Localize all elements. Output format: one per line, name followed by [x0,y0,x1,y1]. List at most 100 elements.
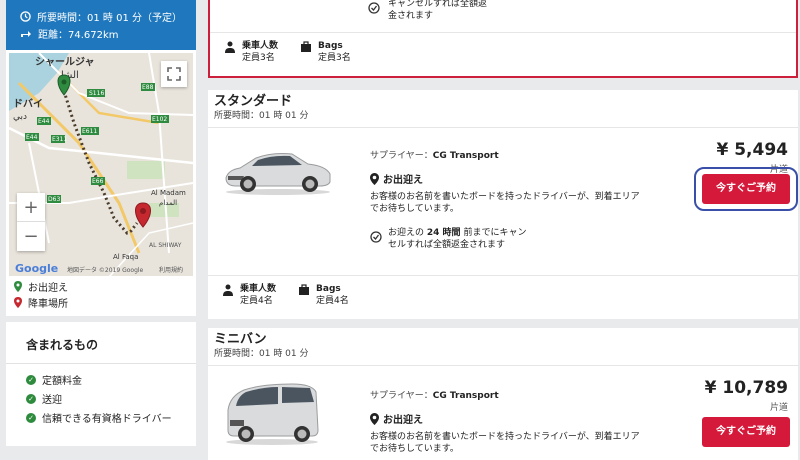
pickup-marker-icon [57,74,71,96]
map-label-al-madam-ar: المدام [159,199,177,207]
supplier-label: サプライヤー： [370,151,433,161]
check-icon: ✓ [26,393,36,404]
price-unit: 片道 [769,403,788,413]
zoom-out-button[interactable]: − [17,222,45,251]
legend-pickup-label: お出迎え [28,282,68,294]
passenger-capacity: 乗車人数定員4名 [222,283,276,307]
road-label: E88 [142,84,154,91]
route-arrow-icon [21,30,31,37]
book-now-button[interactable]: 今すぐご予約 [702,417,790,447]
trip-distance: 距離：74.672km [38,30,119,41]
includes-title: 含まれるもの [6,322,196,364]
vehicle-title: スタンダード [214,94,293,109]
road-label: E66 [92,178,104,185]
check-icon: ✓ [26,374,36,385]
bags-capacity: Bags 定員3名 [300,40,351,64]
legend-pickup: お出迎え [14,278,188,294]
road-label: E44 [26,134,38,141]
route-map[interactable]: S116 E88 E102 E611 E44 E44 E311 E66 D63 … [9,53,193,277]
red-pin-icon [14,296,22,308]
legend-dropoff: 降車場所 [14,294,188,310]
bags-value: 定員3名 [318,53,351,63]
map-label-al-shiway: AL SHIWAY [149,242,182,249]
zoom-in-button[interactable]: + [17,193,45,222]
includes-item: ✓ 定額料金 [6,370,196,389]
vehicle-capacity: 乗車人数定員4名 Bags 定員4名 [208,275,798,319]
vehicle-card-header: ミニバン 所要時間：01 時 01 分 [208,328,798,366]
road-label: S116 [89,90,104,97]
map-label-dubai: ドバイ [13,98,43,110]
includes-item: ✓ 送迎 [6,389,196,408]
passenger-label: 乗車人数 [240,284,277,294]
vehicle-details: サプライヤー：CG Transport お出迎え お客様のお名前を書いたボードを… [370,388,640,455]
dropoff-marker-icon [135,202,151,228]
check-circle-icon [368,2,380,14]
pickup-label: お出迎え [383,415,423,426]
map-label-sharjah: シャールジャ [35,56,95,68]
map-legend: お出迎え 降車場所 [6,276,196,316]
google-logo: Google [15,262,58,275]
cancel-pre: お迎えの [388,228,425,238]
road-label: E311 [52,136,67,143]
includes-item-label: 定額料金 [42,376,82,387]
pickup-row: お出迎え [370,171,640,186]
passenger-value: 定員4名 [240,296,273,306]
vehicle-price: ¥ 5,494 [716,140,788,160]
pickup-description: お客様のお名前を書いたボードを持ったドライバーが、到着エリアでお待ちしています。 [370,432,640,454]
trip-summary: 所要時間：01 時 01 分（予定） 距離：74.672km [6,0,196,50]
supplier-name: CG Transport [432,391,499,401]
map-terms-link: 利用規約 [159,266,183,274]
map-label-dubai-ar: دبي [13,112,27,122]
suitcase-icon [299,284,310,295]
map-attribution: 地図データ ©2019 Google [67,266,144,274]
book-now-button[interactable]: 今すぐご予約 [702,174,790,204]
supplier-label: サプライヤー： [370,391,433,401]
check-icon: ✓ [26,412,36,423]
passenger-capacity: 乗車人数定員3名 [224,40,278,64]
includes-item-label: 信頼できる有資格ドライバー [42,414,172,425]
pickup-label: お出迎え [383,175,423,186]
minivan-image [226,383,319,445]
selected-vehicle-card: キャンセルすれば全額返金されます 乗車人数定員3名 Bags 定員3名 [208,0,798,78]
vehicle-duration: 所要時間：01 時 01 分 [214,349,309,359]
zoom-controls: + − [17,193,45,251]
legend-dropoff-label: 降車場所 [28,298,68,310]
bags-label: Bags [318,41,343,51]
road-label: D63 [48,196,60,203]
selected-cancel-policy: キャンセルすれば全額返金されます [368,0,568,22]
vehicle-details: サプライヤー：CG Transport お出迎え お客様のお名前を書いたボードを… [370,148,640,251]
bags-value: 定員4名 [316,296,349,306]
passenger-value: 定員3名 [242,53,275,63]
person-icon [225,41,235,53]
vehicle-price: ¥ 10,789 [704,378,788,398]
selected-cancel-text: キャンセルすれば全額返金されます [388,0,488,21]
trip-duration: 所要時間：01 時 01 分（予定） [37,13,182,24]
trip-duration-row: 所要時間：01 時 01 分（予定） [20,8,186,25]
clock-icon [20,11,31,22]
pickup-description: お客様のお名前を書いたボードを持ったドライバーが、到着エリアでお待ちしています。 [370,192,640,214]
location-pin-icon [370,172,379,185]
supplier-line: サプライヤー：CG Transport [370,388,640,401]
suitcase-icon [301,41,312,52]
cancel-hours: 24 時間 [426,228,461,238]
includes-item: ✓ 信頼できる有資格ドライバー [6,408,196,427]
fullscreen-icon [167,67,181,81]
person-icon [223,284,233,296]
green-pin-icon [14,280,22,292]
map-panel: S116 E88 E102 E611 E44 E44 E311 E66 D63 … [6,50,196,277]
bags-capacity: Bags 定員4名 [298,283,349,307]
map-label-al-madam: Al Madam [151,189,186,197]
road-label: E44 [38,118,50,125]
vehicle-card-header: スタンダード 所要時間：01 時 01 分 [208,90,798,128]
includes-panel: 含まれるもの ✓ 定額料金 ✓ 送迎 ✓ 信頼できる有資格ドライバー [6,322,196,446]
supplier-line: サプライヤー：CG Transport [370,148,640,161]
fullscreen-button[interactable] [161,61,187,87]
pickup-row: お出迎え [370,411,640,426]
supplier-name: CG Transport [432,151,499,161]
includes-list: ✓ 定額料金 ✓ 送迎 ✓ 信頼できる有資格ドライバー [6,364,196,427]
includes-item-label: 送迎 [42,395,62,406]
cancel-policy: お迎えの 24 時間 前までにキャンセルすれば全額返金されます [370,227,640,251]
passenger-label: 乗車人数 [242,41,279,51]
sedan-image [225,153,331,195]
map-label-al-faqa: Al Faqa [113,253,138,261]
